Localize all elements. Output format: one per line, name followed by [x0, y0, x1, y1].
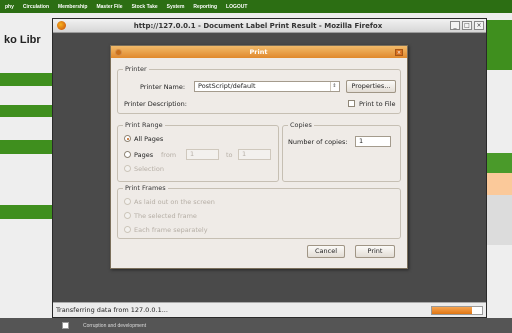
- dialog-close-button[interactable]: ×: [395, 48, 403, 56]
- printer-name-value: PostScript/default: [198, 82, 256, 90]
- background-app-title: ko Libr: [4, 34, 41, 46]
- copies-group: Copies Number of copies: 1: [282, 121, 401, 182]
- dialog-titlebar[interactable]: Print ×: [111, 46, 407, 58]
- selection-label: Selection: [134, 165, 164, 173]
- nav-item-membership[interactable]: Membership: [58, 4, 87, 10]
- row-text: Corruption and development: [83, 322, 147, 329]
- all-pages-label: All Pages: [134, 135, 164, 143]
- status-bar: Transferring data from 127.0.0.1...: [53, 302, 486, 317]
- nav-item[interactable]: phy: [5, 4, 14, 10]
- selected-frame-radio[interactable]: [124, 212, 131, 219]
- print-range-legend: Print Range: [123, 121, 165, 129]
- print-range-group: Print Range All Pages Pages from 1 to 1 …: [117, 121, 279, 182]
- each-frame-label: Each frame separately: [134, 226, 208, 234]
- background-green-bar: [0, 140, 52, 154]
- to-page-input[interactable]: 1: [238, 149, 271, 160]
- to-label: to: [226, 151, 233, 159]
- nav-item-master-file[interactable]: Master File: [96, 4, 122, 10]
- number-of-copies-input[interactable]: 1: [355, 136, 391, 147]
- print-button[interactable]: Print: [355, 245, 395, 258]
- print-frames-legend: Print Frames: [123, 184, 168, 192]
- background-green-bar: [0, 105, 52, 117]
- window-titlebar[interactable]: http://127.0.0.1 - Document Label Print …: [53, 19, 486, 33]
- background-green-panel: [487, 20, 512, 70]
- from-label: from: [161, 151, 177, 159]
- all-pages-radio[interactable]: [124, 135, 131, 142]
- printer-group: Printer Printer Name: PostScript/default…: [117, 65, 401, 114]
- from-page-input[interactable]: 1: [186, 149, 219, 160]
- printer-name-label: Printer Name:: [140, 83, 186, 91]
- printer-icon: [115, 48, 122, 56]
- copies-legend: Copies: [288, 121, 314, 129]
- nav-item-reporting[interactable]: Reporting: [193, 4, 217, 10]
- pages-label: Pages: [134, 151, 154, 159]
- printer-description-label: Printer Description:: [124, 100, 187, 108]
- progress-fill: [432, 306, 472, 314]
- number-of-copies-label: Number of copies:: [288, 138, 348, 146]
- print-frames-group: Print Frames As laid out on the screen T…: [117, 184, 401, 239]
- print-dialog: Print × Printer Printer Name: PostScript…: [110, 45, 408, 269]
- background-gray-rows: [487, 195, 512, 245]
- maximize-button[interactable]: □: [462, 21, 472, 30]
- selected-frame-label: The selected frame: [134, 212, 197, 220]
- each-frame-radio[interactable]: [124, 226, 131, 233]
- progress-bar: [431, 305, 483, 315]
- as-laid-out-radio[interactable]: [124, 198, 131, 205]
- firefox-logo-icon: [57, 21, 66, 30]
- print-to-file-label: Print to File: [359, 100, 396, 108]
- properties-button[interactable]: Properties...: [346, 80, 396, 93]
- background-green-panel: [487, 153, 512, 173]
- printer-legend: Printer: [123, 65, 149, 73]
- close-button[interactable]: ×: [474, 21, 484, 30]
- as-laid-out-label: As laid out on the screen: [134, 198, 215, 206]
- nav-item-circulation[interactable]: Circulation: [23, 4, 49, 10]
- nav-item-logout[interactable]: LOGOUT: [226, 4, 247, 10]
- minimize-button[interactable]: _: [450, 21, 460, 30]
- printer-name-select[interactable]: PostScript/default ⇕: [194, 81, 340, 92]
- dialog-title: Print: [249, 48, 268, 56]
- nav-item-system[interactable]: System: [167, 4, 185, 10]
- background-green-bar: [0, 73, 52, 86]
- window-title: http://127.0.0.1 - Document Label Print …: [133, 21, 383, 30]
- pages-radio[interactable]: [124, 151, 131, 158]
- background-green-bar: [0, 205, 52, 219]
- background-gray-rows: [487, 245, 512, 285]
- select-arrow-icon: ⇕: [330, 82, 338, 91]
- print-to-file-checkbox[interactable]: [348, 100, 355, 107]
- status-text: Transferring data from 127.0.0.1...: [56, 306, 168, 314]
- background-nav-bar: phy Circulation Membership Master File S…: [0, 0, 512, 13]
- nav-item-stock-take[interactable]: Stock Take: [132, 4, 158, 10]
- selection-radio[interactable]: [124, 165, 131, 172]
- background-orange-row: [487, 173, 512, 195]
- cancel-button[interactable]: Cancel: [307, 245, 345, 258]
- background-bottom-row: Corruption and development: [0, 318, 512, 333]
- row-checkbox[interactable]: [62, 322, 69, 329]
